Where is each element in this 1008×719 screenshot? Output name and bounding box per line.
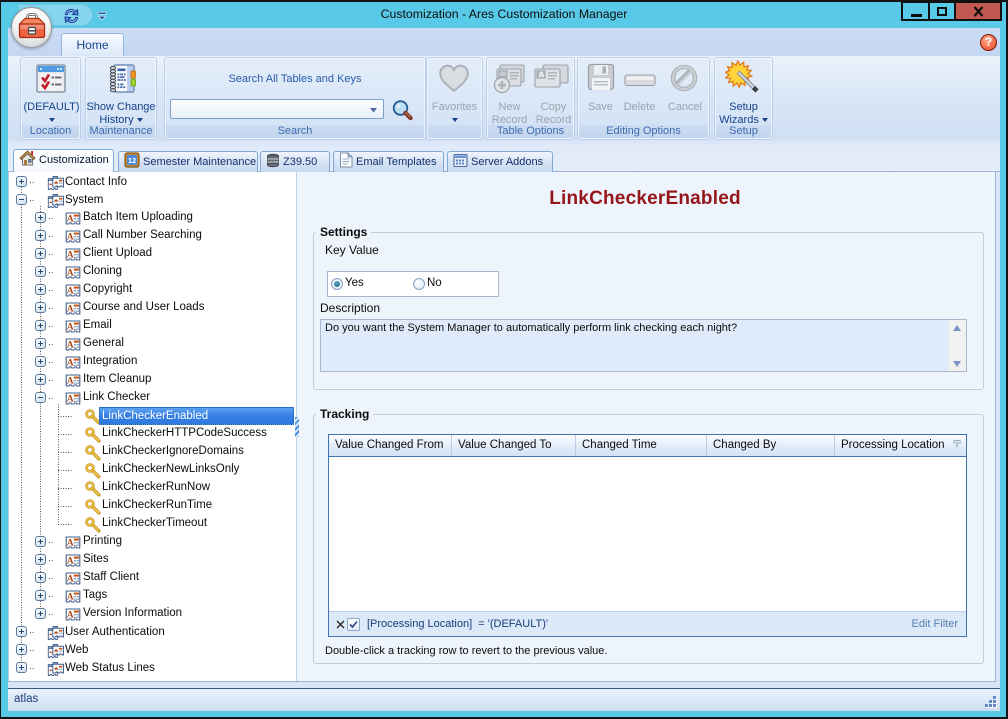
svg-text:A: A — [539, 71, 545, 80]
svg-text:12: 12 — [128, 156, 136, 165]
